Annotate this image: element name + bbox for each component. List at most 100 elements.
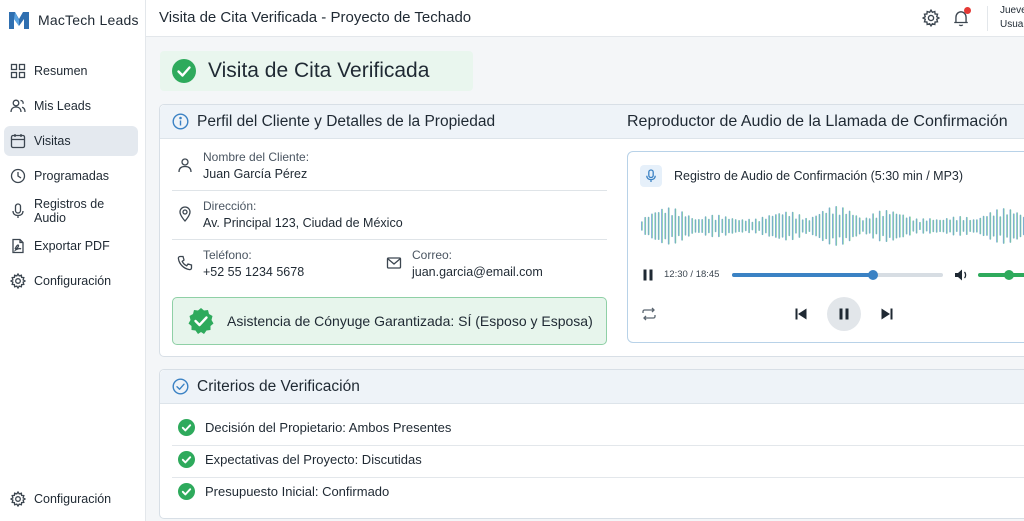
waveform-bar — [758, 221, 761, 231]
waveform-bar — [818, 213, 821, 239]
phone-field: Teléfono: +52 55 1234 5678 — [177, 247, 304, 281]
waveform-bar — [798, 214, 801, 238]
waveform-bar — [982, 215, 985, 237]
waveform-bar — [744, 220, 747, 232]
clock-icon — [10, 168, 26, 184]
waveform-bar — [979, 217, 982, 235]
phone-value[interactable]: +52 55 1234 5678 — [203, 263, 304, 281]
sidebar-item-registros-de-audio[interactable]: Registros de Audio — [4, 196, 138, 226]
gear-icon — [10, 491, 26, 507]
check-circle-icon — [178, 451, 195, 468]
waveform-bar — [962, 220, 965, 232]
waveform-bar — [644, 216, 647, 235]
client-name-field: Nombre del Cliente: Juan García Pérez — [177, 149, 309, 183]
sidebar-item-configuracion-bottom[interactable]: Configuración — [4, 484, 138, 514]
gear-icon[interactable] — [922, 9, 940, 27]
waveform-bar — [801, 219, 804, 233]
waveform-bar — [781, 214, 784, 238]
top-header: Visita de Cita Verificada - Proyecto de … — [146, 0, 1024, 37]
waveform-bar — [647, 216, 650, 236]
waveform-bar — [902, 214, 905, 238]
sidebar-item-programadas[interactable]: Programadas — [4, 161, 138, 191]
criteria-item-text: Expectativas del Proyecto: Discutidas — [205, 452, 422, 467]
info-icon — [172, 113, 189, 130]
waveform-bar — [811, 216, 814, 236]
volume-slider[interactable] — [978, 273, 1024, 277]
waveform-bar — [751, 221, 754, 231]
waveform-bar — [845, 213, 848, 239]
pdf-file-icon — [12, 238, 24, 254]
waveform-bar — [748, 218, 750, 234]
seek-handle[interactable] — [867, 270, 878, 280]
waveform-bar — [714, 219, 717, 233]
waveform-bar — [698, 219, 700, 233]
email-value[interactable]: juan.garcia@email.com — [412, 263, 543, 281]
user-menu[interactable]: Jueves Usuario — [1000, 4, 1024, 32]
check-circle-outline-icon — [172, 378, 189, 395]
waveform-bar — [935, 219, 938, 233]
waveform-bar — [768, 215, 771, 237]
waveform-bar — [855, 215, 858, 237]
waveform-bar — [741, 219, 744, 233]
waveform-bar — [986, 216, 988, 236]
waveform-bar — [835, 206, 838, 246]
sidebar-item-configuracion[interactable]: Configuración — [4, 266, 138, 296]
sidebar-item-label: Resumen — [34, 64, 88, 78]
sidebar-item-resumen[interactable]: Resumen — [4, 56, 138, 86]
verification-criteria-title: Criterios de Verificación — [197, 377, 360, 395]
audio-file-label: Registro de Audio de Confirmación (5:30 … — [674, 169, 964, 183]
seek-bar[interactable] — [732, 270, 943, 280]
banner-title: Visita de Cita Verificada — [208, 59, 430, 82]
sidebar-item-label: Visitas — [34, 134, 71, 148]
pause-icon[interactable] — [641, 268, 655, 282]
waveform-bar — [828, 207, 831, 245]
divider — [172, 445, 1024, 446]
waveform-bar — [711, 214, 714, 238]
waveform-bar — [882, 215, 884, 237]
volume-icon[interactable] — [954, 268, 970, 282]
brand[interactable]: MacTech Leads — [8, 8, 139, 32]
waveform-bar — [701, 219, 704, 233]
sidebar-item-exportar-pdf[interactable]: Exportar PDF — [4, 231, 138, 261]
client-profile-title: Perfil del Cliente y Detalles de la Prop… — [197, 112, 496, 130]
waveform-bar — [641, 221, 643, 231]
waveform-bar — [976, 219, 978, 233]
criteria-item-text: Decisión del Propietario: Ambos Presente… — [205, 420, 452, 435]
waveform-bar — [922, 218, 925, 234]
skip-forward-icon[interactable] — [880, 307, 894, 321]
waveform-bar — [838, 214, 841, 238]
audio-waveform[interactable] — [640, 204, 1024, 248]
sidebar-item-visitas[interactable]: Visitas — [4, 126, 138, 156]
sidebar-item-mis-leads[interactable]: Mis Leads — [4, 91, 138, 121]
waveform-bar — [868, 218, 871, 234]
play-pause-button[interactable] — [827, 297, 861, 331]
waveform-bar — [915, 218, 918, 234]
waveform-bar — [949, 219, 951, 233]
envelope-icon — [386, 257, 402, 269]
mactech-logo-icon — [9, 12, 29, 29]
waveform-bar — [989, 212, 992, 240]
waveform-bar — [1006, 214, 1008, 238]
waveform-bar — [667, 207, 670, 245]
waveform-bar — [1019, 214, 1022, 238]
audio-player-title: Reproductor de Audio de la Llamada de Co… — [627, 113, 1008, 130]
volume-handle[interactable] — [1004, 270, 1014, 280]
waveform-bar — [952, 216, 955, 236]
waveform-bar — [654, 212, 657, 240]
waveform-bar — [942, 219, 945, 233]
address-label: Dirección: — [203, 199, 257, 213]
waveform-bar — [754, 218, 757, 234]
repeat-icon[interactable] — [641, 307, 657, 321]
skip-back-icon[interactable] — [794, 307, 808, 321]
spouse-attendance-text: Asistencia de Cónyuge Garantizada: SÍ (E… — [227, 313, 593, 329]
waveform-bar — [694, 219, 697, 233]
waveform-bar — [734, 219, 737, 233]
waveform-bar — [912, 220, 915, 232]
verification-criteria-header: Criterios de Verificación — [160, 370, 1024, 404]
email-field: Correo: juan.garcia@email.com — [386, 247, 543, 281]
waveform-bar — [671, 215, 673, 238]
waveform-bar — [999, 216, 1002, 236]
waveform-bar — [1016, 212, 1018, 240]
waveform-bar — [905, 217, 908, 235]
waveform-bar — [765, 218, 767, 234]
